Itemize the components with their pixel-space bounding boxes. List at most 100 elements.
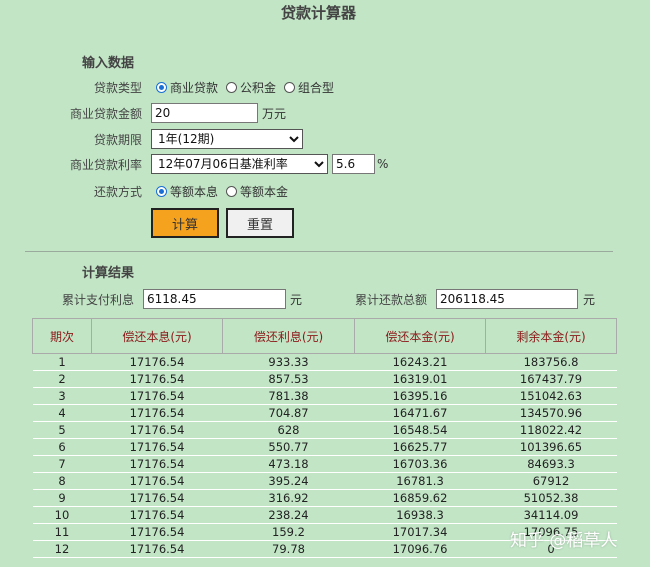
interest-cell: 628 [222,421,355,439]
interest-cell: 238.24 [222,506,355,524]
period-cell: 11 [32,523,92,541]
section-divider [25,251,613,252]
remaining-cell: 51052.38 [485,489,617,507]
payment-cell: 17176.54 [91,421,223,439]
remaining-cell: 101396.65 [485,438,617,456]
radio-checked-icon [156,186,167,197]
period-cell: 2 [32,370,92,388]
term-label: 贷款期限 [93,132,142,147]
loan-type-row: 贷款类型 商业贷款 公积金 组合型 [60,79,342,96]
payment-cell: 17176.54 [91,370,223,388]
amount-row: 商业贷款金额 万元 [60,103,286,123]
rate-unit: % [377,157,389,171]
payment-cell: 17176.54 [91,506,223,524]
interest-cell: 473.18 [222,455,355,473]
calculate-button[interactable]: 计算 [151,208,219,238]
rate-input[interactable] [332,154,375,174]
interest-cell: 79.78 [222,540,355,558]
amount-unit: 万元 [262,106,287,121]
column-header-interest: 偿还利息(元) [222,318,355,354]
amount-input[interactable] [151,103,258,123]
term-row: 贷款期限 1年(12期) [60,129,303,149]
period-cell: 10 [32,506,92,524]
interest-cell: 704.87 [222,404,355,422]
total-interest-field[interactable] [143,289,287,309]
remaining-cell: 134570.96 [485,404,617,422]
principal-cell: 16548.54 [354,421,486,439]
table-row: 2 17176.54 857.53 16319.01 167437.79 [32,370,617,388]
loan-type-label: 贷款类型 [93,81,142,95]
period-cell: 7 [32,455,92,473]
column-header-principal: 偿还本金(元) [354,318,486,354]
remaining-cell: 34114.09 [485,506,617,524]
total-payment-field[interactable] [436,289,579,309]
remaining-cell: 167437.79 [485,370,617,388]
repayment-table: 期次 偿还本息(元) 偿还利息(元) 偿还本金(元) 剩余本金(元) 1 1717… [32,318,617,558]
rate-row: 商业贷款利率 12年07月06日基准利率 % [60,154,388,174]
loan-type-commercial-radio[interactable]: 商业贷款 [156,79,218,96]
principal-cell: 16859.62 [354,489,486,507]
payment-cell: 17176.54 [91,472,223,490]
period-cell: 1 [32,353,92,371]
principal-cell: 16395.16 [354,387,486,405]
method-equal-installment-radio[interactable]: 等额本息 [156,183,218,200]
interest-cell: 933.33 [222,353,355,371]
principal-cell: 16243.21 [354,353,486,371]
period-cell: 12 [32,540,92,558]
total-payment-unit: 元 [583,292,596,307]
remaining-cell: 67912 [485,472,617,490]
radio-checked-icon [156,82,167,93]
interest-cell: 395.24 [222,472,355,490]
column-header-remaining: 剩余本金(元) [485,318,617,354]
principal-cell: 16319.01 [354,370,486,388]
table-row: 8 17176.54 395.24 16781.3 67912 [32,472,617,490]
period-cell: 9 [32,489,92,507]
total-interest-label: 累计支付利息 [62,292,135,307]
loan-type-combined-radio[interactable]: 组合型 [284,79,334,96]
principal-cell: 16781.3 [354,472,486,490]
interest-cell: 781.38 [222,387,355,405]
payment-cell: 17176.54 [91,489,223,507]
period-cell: 6 [32,438,92,456]
remaining-cell: 118022.42 [485,421,617,439]
table-row: 7 17176.54 473.18 16703.36 84693.3 [32,455,617,473]
interest-cell: 550.77 [222,438,355,456]
payment-cell: 17176.54 [91,387,223,405]
principal-cell: 17096.76 [354,540,486,558]
table-header-row: 期次 偿还本息(元) 偿还利息(元) 偿还本金(元) 剩余本金(元) [32,318,617,354]
payment-cell: 17176.54 [91,523,223,541]
principal-cell: 16703.36 [354,455,486,473]
total-payment-row: 累计还款总额 元 [355,289,595,309]
term-select[interactable]: 1年(12期) [151,129,303,149]
payment-cell: 17176.54 [91,353,223,371]
table-row: 10 17176.54 238.24 16938.3 34114.09 [32,506,617,524]
table-row: 6 17176.54 550.77 16625.77 101396.65 [32,438,617,456]
method-label: 还款方式 [93,185,142,199]
interest-cell: 857.53 [222,370,355,388]
watermark: 知乎 @稻草人 [510,531,618,551]
input-section-title: 输入数据 [82,56,135,71]
period-cell: 8 [32,472,92,490]
table-row: 4 17176.54 704.87 16471.67 134570.96 [32,404,617,422]
radio-unchecked-icon [284,82,296,93]
payment-cell: 17176.54 [91,540,223,558]
result-section-title: 计算结果 [82,266,135,281]
radio-unchecked-icon [226,82,238,93]
principal-cell: 16938.3 [354,506,486,524]
column-header-period: 期次 [32,318,92,354]
loan-type-fund-radio[interactable]: 公积金 [226,79,276,96]
rate-select[interactable]: 12年07月06日基准利率 [151,154,328,174]
payment-cell: 17176.54 [91,404,223,422]
reset-button[interactable]: 重置 [226,208,294,238]
payment-cell: 17176.54 [91,455,223,473]
payment-cell: 17176.54 [91,438,223,456]
total-interest-unit: 元 [290,292,303,307]
method-equal-principal-radio[interactable]: 等额本金 [226,183,288,200]
table-row: 1 17176.54 933.33 16243.21 183756.8 [32,353,617,371]
period-cell: 5 [32,421,92,439]
rate-label: 商业贷款利率 [69,157,142,172]
remaining-cell: 183756.8 [485,353,617,371]
radio-unchecked-icon [226,186,238,197]
total-payment-label: 累计还款总额 [355,292,428,307]
period-cell: 3 [32,387,92,405]
